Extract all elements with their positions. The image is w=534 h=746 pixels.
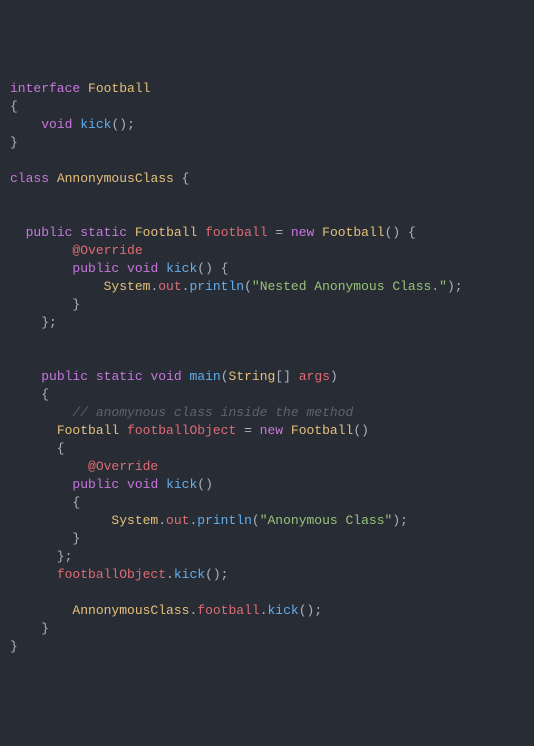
string-nested: "Nested Anonymous Class." [252,279,447,294]
var-footballobject: footballObject [57,567,166,582]
method-kick: kick [80,117,111,132]
type-system: System [104,279,151,294]
code-block: interface Football { void kick(); } clas… [10,80,524,656]
keyword-public: public [72,261,119,276]
keyword-new: new [260,423,283,438]
type-annonymousclass: AnnonymousClass [57,171,174,186]
type-annonymousclass: AnnonymousClass [72,603,189,618]
type-football: Football [57,423,119,438]
keyword-static: static [80,225,127,240]
method-main: main [190,369,221,384]
keyword-public: public [72,477,119,492]
method-kick: kick [268,603,299,618]
keyword-void: void [127,261,158,276]
var-out: out [158,279,181,294]
var-football: football [197,603,259,618]
var-footballobject: footballObject [127,423,236,438]
var-out: out [166,513,189,528]
method-kick: kick [166,477,197,492]
comment: // anomynous class inside the method [72,405,353,420]
type-football: Football [88,81,150,96]
method-println: println [189,279,244,294]
annotation-override: @Override [72,243,142,258]
type-system: System [111,513,158,528]
type-football: Football [135,225,197,240]
keyword-static: static [96,369,143,384]
keyword-new: new [291,225,314,240]
keyword-class: class [10,171,49,186]
method-kick: kick [166,261,197,276]
keyword-void: void [41,117,72,132]
var-args: args [299,369,330,384]
keyword-void: void [150,369,181,384]
var-football: football [205,225,267,240]
type-string: String [229,369,276,384]
keyword-public: public [26,225,73,240]
type-football: Football [322,225,384,240]
method-println: println [197,513,252,528]
keyword-public: public [41,369,88,384]
string-anon: "Anonymous Class" [260,513,393,528]
annotation-override: @Override [88,459,158,474]
method-kick: kick [174,567,205,582]
keyword-interface: interface [10,81,80,96]
keyword-void: void [127,477,158,492]
type-football: Football [291,423,353,438]
